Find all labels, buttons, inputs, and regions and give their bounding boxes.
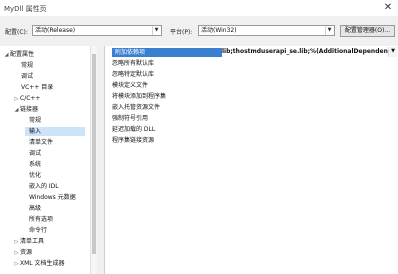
property-force-symbol-references[interactable]: 强制符号引用	[112, 114, 222, 123]
expand-icon[interactable]: ◢	[3, 51, 10, 60]
configuration-label: 配置(C):	[5, 29, 28, 36]
chevron-down-icon: ▼	[152, 26, 160, 35]
property-additional-dependencies[interactable]: 附加依赖项	[112, 48, 222, 57]
configuration-manager-button[interactable]: 配置管理器(O)...	[340, 25, 395, 37]
chevron-down-icon: ▼	[325, 26, 333, 35]
tree-item-label: 输入	[29, 128, 42, 135]
tree-item-all-options[interactable]: 所有选项	[29, 215, 53, 224]
tree-item-label: 配置属性	[10, 51, 35, 58]
tree-item-label: 命令行	[29, 227, 48, 234]
tree-item-label: 常规	[29, 117, 42, 124]
chevron-down-icon[interactable]: ▼	[388, 47, 397, 57]
property-module-definition-file[interactable]: 模块定义文件	[112, 81, 222, 90]
property-assembly-link-resource[interactable]: 程序集链接资源	[112, 136, 222, 145]
expand-icon[interactable]: ▷	[13, 260, 20, 269]
window-title: MyDll 属性页	[4, 5, 47, 13]
configuration-bar: 配置(C): 活动(Release) ▼ 平台(P): 活动(Win32) ▼ …	[0, 16, 398, 44]
tree-item-linker-input[interactable]: 输入	[25, 127, 85, 136]
tree-item-embedded-idl[interactable]: 嵌入的 IDL	[29, 182, 59, 191]
tree-item-label: 嵌入的 IDL	[29, 183, 59, 190]
expand-icon[interactable]: ▷	[13, 238, 20, 247]
tree-item-label: 优化	[29, 172, 42, 179]
tree-item-label: 高级	[29, 205, 42, 212]
tree-item-label: 调试	[29, 150, 42, 157]
tree-item-label: 资源	[20, 249, 33, 256]
tree-item-label: C/C++	[20, 95, 41, 102]
property-value-field[interactable]: lib;thostmduserapi_se.lib;%(AdditionalDe…	[222, 47, 388, 57]
tree-item-label: XML 文档生成器	[20, 260, 65, 267]
tree-item-general[interactable]: 常规	[21, 61, 33, 70]
tree-scrollbar[interactable]	[90, 46, 97, 274]
scrollbar-thumb[interactable]	[92, 54, 96, 254]
tree-item-manifest-file[interactable]: 清单文件	[29, 138, 53, 147]
property-delay-loaded-dlls[interactable]: 延迟加载的 DLL	[112, 125, 222, 134]
tree-item-label: 常规	[21, 62, 34, 69]
property-tree: ◢ 配置属性 常规 调试 VC++ 目录 ▷ C/C++ ◢ 链接器 常规 输入 清单…	[0, 46, 97, 274]
property-add-module-to-assembly[interactable]: 将模块添加到程序集	[112, 92, 222, 101]
expand-icon[interactable]: ▷	[13, 95, 20, 104]
configuration-value: 活动(Release)	[35, 27, 76, 34]
property-ignore-all-default-libraries[interactable]: 忽略所有默认库	[112, 59, 222, 68]
tree-item-windows-metadata[interactable]: Windows 元数据	[29, 193, 76, 202]
tree-item-linker-general[interactable]: 常规	[29, 116, 41, 125]
platform-value: 活动(Win32)	[201, 27, 237, 34]
tree-item-resources[interactable]: ▷ 资源	[13, 248, 32, 257]
expand-icon[interactable]: ◢	[13, 106, 20, 115]
tree-item-label: 系统	[29, 161, 42, 168]
tree-item-manifest-tool[interactable]: ▷ 清单工具	[13, 237, 44, 246]
platform-select[interactable]: 活动(Win32) ▼	[198, 25, 335, 36]
tree-item-command-line[interactable]: 命令行	[29, 226, 47, 235]
tree-item-vc-directories[interactable]: VC++ 目录	[21, 83, 53, 92]
tree-item-xml-doc-generator[interactable]: ▷ XML 文档生成器	[13, 259, 65, 268]
tree-item-system[interactable]: 系统	[29, 160, 41, 169]
tree-item-label: VC++ 目录	[21, 84, 54, 91]
tree-item-label: 调试	[21, 73, 34, 80]
tree-item-label: 所有选项	[29, 216, 54, 223]
expand-icon[interactable]: ▷	[13, 249, 20, 258]
tree-item-linker-debugging[interactable]: 调试	[29, 149, 41, 158]
tree-item-debugging[interactable]: 调试	[21, 72, 33, 81]
property-embed-managed-resource-file[interactable]: 嵌入托管资源文件	[112, 103, 222, 112]
tree-item-config-properties[interactable]: ◢ 配置属性	[3, 50, 34, 59]
tree-item-label: 清单工具	[20, 238, 45, 245]
tree-item-label: Windows 元数据	[29, 194, 76, 201]
platform-label: 平台(P):	[170, 29, 193, 36]
tree-item-optimization[interactable]: 优化	[29, 171, 41, 180]
close-icon[interactable]: ✕	[382, 2, 394, 14]
tree-item-c-cpp[interactable]: ▷ C/C++	[13, 94, 41, 104]
tree-item-label: 清单文件	[29, 139, 54, 146]
tree-item-advanced[interactable]: 高级	[29, 204, 41, 213]
property-ignore-specific-default-libraries[interactable]: 忽略特定默认库	[112, 70, 222, 79]
tree-item-label: 链接器	[20, 106, 39, 113]
tree-item-linker[interactable]: ◢ 链接器	[13, 105, 38, 114]
title-bar: MyDll 属性页 ✕	[0, 0, 398, 16]
configuration-select[interactable]: 活动(Release) ▼	[32, 25, 162, 36]
